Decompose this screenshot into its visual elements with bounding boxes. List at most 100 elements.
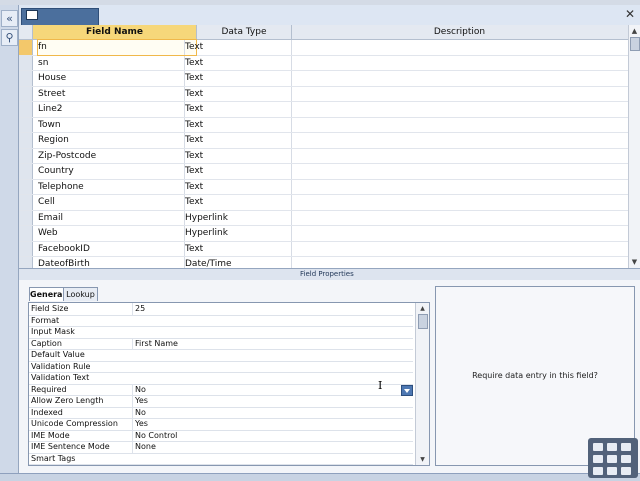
row-selector[interactable] [19, 86, 33, 101]
data-type-cell[interactable]: Text [184, 117, 291, 132]
row-selector[interactable] [19, 164, 33, 179]
property-value[interactable]: No [132, 406, 415, 418]
field-name-cell[interactable]: FacebookID [38, 242, 196, 257]
description-cell[interactable] [291, 71, 628, 86]
field-name-cell[interactable]: Email [38, 211, 196, 226]
field-name-cell[interactable]: Telephone [38, 180, 196, 195]
description-cell[interactable] [291, 86, 628, 101]
data-type-cell[interactable]: Text [184, 164, 291, 179]
data-type-cell[interactable]: Text [184, 148, 291, 163]
data-type-cell[interactable]: Text [184, 102, 291, 117]
field-name-cell[interactable]: Town [38, 118, 196, 133]
row-selector[interactable] [19, 71, 33, 86]
row-selector[interactable] [19, 133, 33, 148]
table-row[interactable]: Web Hyperlink [19, 226, 628, 242]
close-icon[interactable]: ✕ [623, 8, 637, 22]
row-selector[interactable] [19, 226, 33, 241]
table-row[interactable]: sn Text [19, 55, 628, 71]
scroll-thumb[interactable] [418, 314, 428, 329]
description-cell[interactable] [291, 40, 628, 55]
field-name-cell[interactable]: Region [38, 133, 196, 148]
field-name-cell[interactable]: House [38, 71, 196, 86]
header-field-name[interactable]: Field Name [33, 25, 197, 39]
table-row[interactable]: Street Text [19, 86, 628, 102]
header-description[interactable]: Description [292, 25, 627, 39]
table-row[interactable]: Email Hyperlink [19, 210, 628, 226]
data-type-cell[interactable]: Text [184, 55, 291, 70]
description-cell[interactable] [291, 164, 628, 179]
data-type-cell[interactable]: Text [184, 133, 291, 148]
field-name-cell[interactable]: DateofBirth [38, 257, 196, 268]
description-cell[interactable] [291, 257, 628, 268]
scroll-thumb[interactable] [630, 37, 640, 51]
property-value[interactable]: Yes [132, 395, 415, 407]
table-row[interactable]: Cell Text [19, 195, 628, 211]
property-value[interactable]: 25 [132, 303, 415, 315]
property-value[interactable]: First Name [132, 337, 415, 349]
row-selector[interactable] [19, 117, 33, 132]
field-name-cell[interactable]: Street [38, 87, 196, 102]
table-row[interactable]: Region Text [19, 133, 628, 149]
table-row[interactable]: Telephone Text [19, 179, 628, 195]
description-cell[interactable] [291, 226, 628, 241]
field-name-cell[interactable]: fn [37, 39, 197, 56]
row-selector[interactable] [19, 195, 33, 210]
field-name-cell[interactable]: Line2 [38, 102, 196, 117]
description-cell[interactable] [291, 210, 628, 225]
table-row[interactable]: Town Text [19, 117, 628, 133]
description-cell[interactable] [291, 241, 628, 256]
search-icon[interactable]: ⚲ [1, 29, 18, 46]
table-row[interactable]: fn Text [19, 39, 628, 56]
property-value[interactable]: None [132, 441, 415, 453]
property-row[interactable]: Smart Tags [29, 453, 413, 465]
description-cell[interactable] [291, 102, 628, 117]
row-selector[interactable] [19, 102, 33, 117]
scroll-up-icon[interactable]: ▲ [630, 26, 639, 36]
table-row[interactable]: House Text [19, 71, 628, 87]
table-row[interactable]: Zip-Postcode Text [19, 148, 628, 164]
tab-general[interactable]: General [29, 287, 65, 301]
property-value[interactable]: No [132, 383, 415, 396]
data-type-cell[interactable]: Text [184, 40, 291, 55]
table-row[interactable]: Line2 Text [19, 102, 628, 118]
description-cell[interactable] [291, 55, 628, 70]
chevron-down-icon[interactable] [401, 384, 413, 396]
data-type-cell[interactable]: Text [184, 195, 291, 210]
data-type-cell[interactable]: Hyperlink [184, 210, 291, 225]
data-type-cell[interactable]: Text [184, 71, 291, 86]
row-selector[interactable] [19, 241, 33, 256]
row-selector[interactable] [19, 40, 33, 55]
view-switch-icon[interactable] [588, 438, 638, 478]
property-value[interactable]: Yes [132, 418, 415, 430]
data-type-cell[interactable]: Text [184, 241, 291, 256]
grid-scrollbar[interactable]: ▲ ▼ [628, 25, 640, 268]
description-cell[interactable] [291, 179, 628, 194]
row-selector[interactable] [19, 210, 33, 225]
scroll-down-icon[interactable]: ▼ [630, 257, 639, 267]
field-name-cell[interactable]: Web [38, 226, 196, 241]
table-row[interactable]: Country Text [19, 164, 628, 180]
row-selector[interactable] [19, 179, 33, 194]
property-value[interactable]: No Control [132, 429, 415, 441]
description-cell[interactable] [291, 117, 628, 132]
property-scrollbar[interactable]: ▲ ▼ [415, 303, 429, 465]
scroll-up-icon[interactable]: ▲ [418, 304, 427, 313]
row-selector[interactable] [19, 148, 33, 163]
header-data-type[interactable]: Data Type [197, 25, 292, 39]
tab-lookup[interactable]: Lookup [63, 287, 98, 301]
data-type-cell[interactable]: Hyperlink [184, 226, 291, 241]
field-name-cell[interactable]: sn [38, 56, 196, 71]
table-row[interactable]: DateofBirth Date/Time [19, 257, 628, 268]
row-selector[interactable] [19, 55, 33, 70]
field-name-cell[interactable]: Cell [38, 195, 196, 210]
table-tab[interactable]: tblContacts [21, 8, 99, 38]
select-all-cell[interactable] [19, 25, 33, 39]
double-chevron-left-icon[interactable]: « [1, 10, 18, 27]
data-type-cell[interactable]: Date/Time [184, 257, 291, 268]
field-name-cell[interactable]: Zip-Postcode [38, 149, 196, 164]
description-cell[interactable] [291, 195, 628, 210]
description-cell[interactable] [291, 133, 628, 148]
field-name-cell[interactable]: Country [38, 164, 196, 179]
description-cell[interactable] [291, 148, 628, 163]
data-type-cell[interactable]: Text [184, 86, 291, 101]
